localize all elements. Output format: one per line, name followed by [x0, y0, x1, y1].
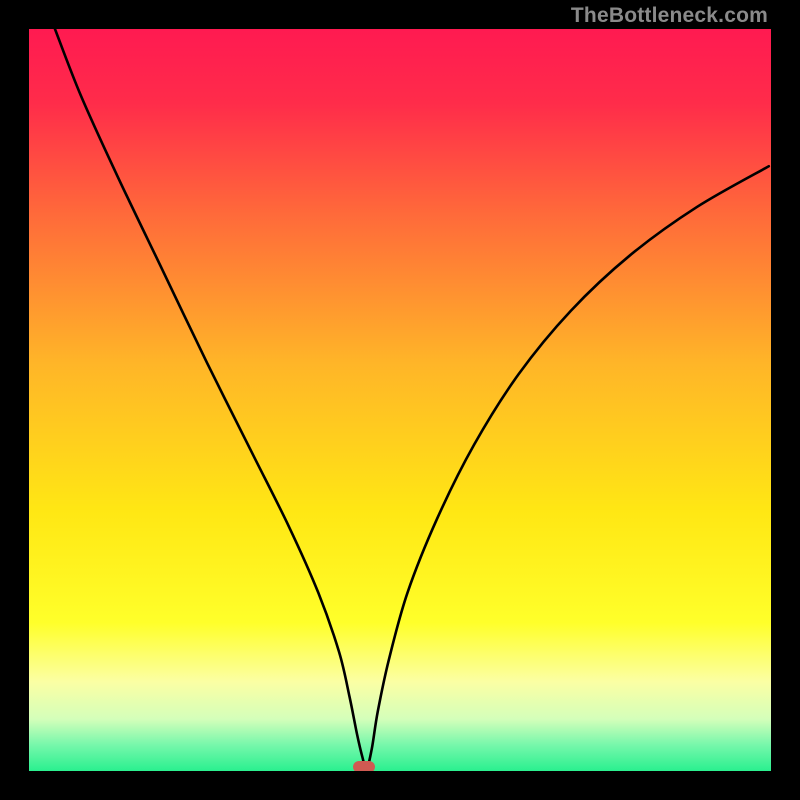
optimum-marker	[353, 761, 375, 771]
chart-frame: TheBottleneck.com	[0, 0, 800, 800]
background-gradient	[29, 29, 771, 771]
plot-area	[29, 29, 771, 771]
watermark-text: TheBottleneck.com	[571, 4, 768, 28]
